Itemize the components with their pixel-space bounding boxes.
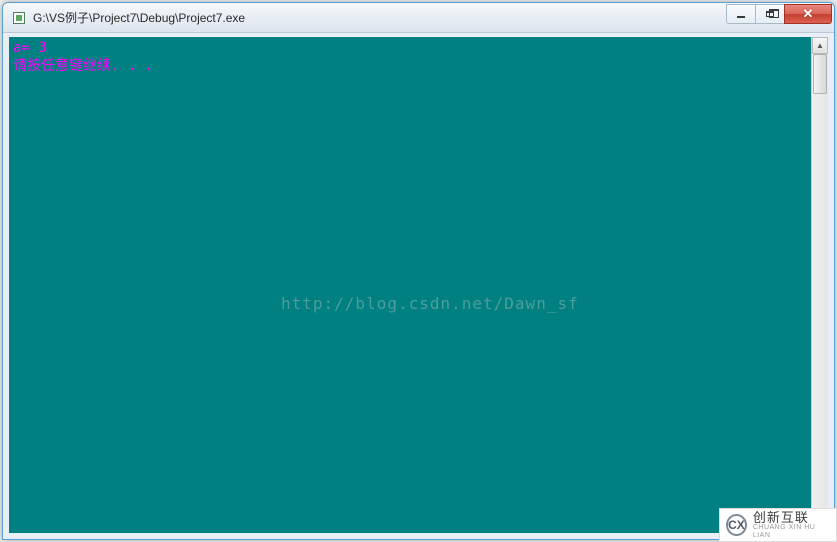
app-window: G:\VS例子\Project7\Debug\Project7.exe ✕ a=… [2, 2, 835, 540]
close-icon: ✕ [803, 6, 814, 22]
logo-badge: CX 创新互联 CHUANG XIN HU LIAN [719, 508, 837, 542]
scrollbar-thumb[interactable] [813, 54, 827, 94]
close-button[interactable]: ✕ [784, 4, 832, 24]
app-icon [11, 10, 27, 26]
logo-mark-icon: CX [726, 514, 747, 536]
chevron-up-icon: ▲ [816, 41, 824, 50]
vertical-scrollbar[interactable]: ▲ ▼ [811, 37, 828, 533]
minimize-icon [737, 16, 745, 18]
window-controls: ✕ [727, 4, 832, 26]
console-output: a= 3 请按任意键继续. . . http://blog.csdn.net/D… [9, 37, 811, 533]
scroll-up-button[interactable]: ▲ [812, 37, 828, 54]
logo-en-text: CHUANG XIN HU LIAN [753, 524, 830, 539]
maximize-restore-icon [766, 11, 774, 17]
console-line-1: a= 3 [13, 39, 807, 57]
window-title: G:\VS例子\Project7\Debug\Project7.exe [33, 9, 727, 26]
maximize-button[interactable] [755, 4, 785, 24]
client-area: a= 3 请按任意键继续. . . http://blog.csdn.net/D… [3, 33, 834, 539]
logo-cn-text: 创新互联 [753, 511, 830, 525]
titlebar[interactable]: G:\VS例子\Project7\Debug\Project7.exe ✕ [3, 3, 834, 33]
console-line-2: 请按任意键继续. . . [13, 57, 807, 75]
minimize-button[interactable] [726, 4, 756, 24]
logo-text: 创新互联 CHUANG XIN HU LIAN [753, 511, 830, 539]
watermark-text: http://blog.csdn.net/Dawn_sf [281, 295, 579, 313]
scrollbar-track[interactable] [812, 54, 828, 516]
